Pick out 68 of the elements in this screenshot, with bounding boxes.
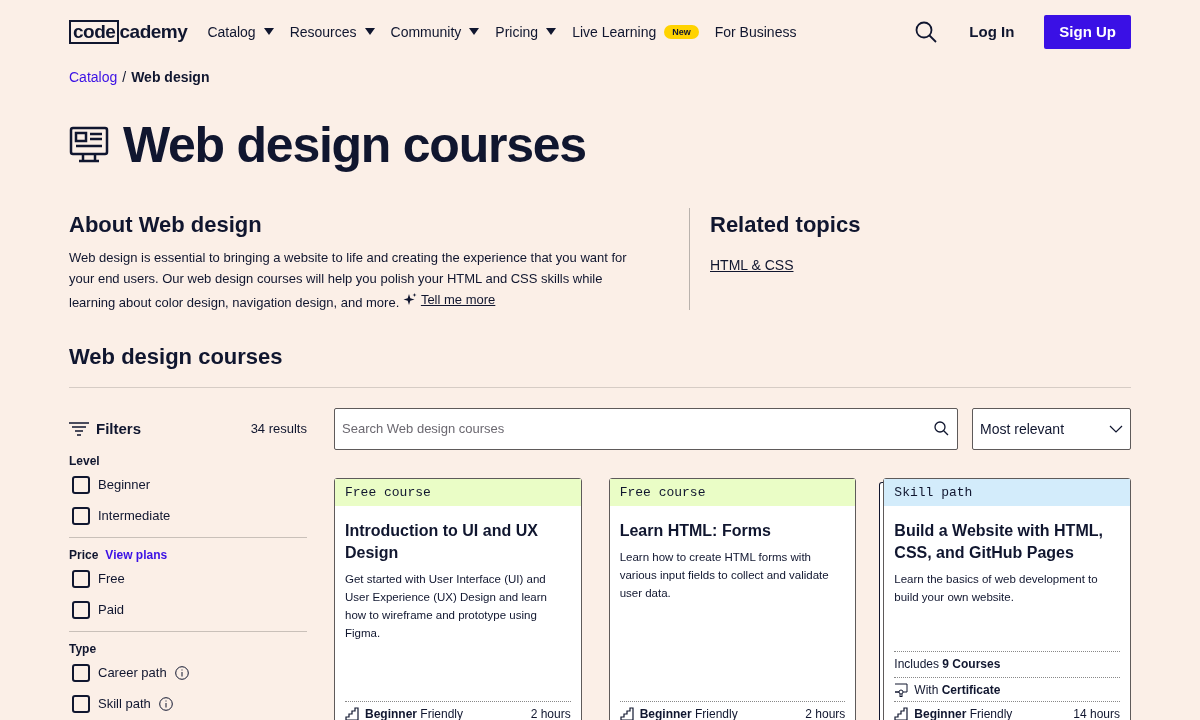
filter-option-label: Career path xyxy=(98,663,167,682)
level-icon xyxy=(894,706,909,720)
course-title: Build a Website with HTML, CSS, and GitHub Pages xyxy=(894,521,1104,563)
difficulty-text: Beginner Friendly xyxy=(639,705,739,720)
checkbox[interactable] xyxy=(72,600,90,619)
nav-link[interactable]: Pricing xyxy=(495,21,557,43)
results-count: 34 results xyxy=(250,420,307,439)
course-type-tag: Skill path xyxy=(884,479,1130,506)
nav-link[interactable]: Resources xyxy=(289,21,375,43)
duration-text: 2 hours xyxy=(530,705,571,720)
difficulty-text: Beginner Friendly xyxy=(914,705,1014,720)
nav-link[interactable]: For Business xyxy=(714,21,797,43)
nav-link[interactable]: Live Learning New xyxy=(572,21,699,43)
breadcrumb-separator: / xyxy=(122,67,127,87)
monitor-icon xyxy=(69,125,109,165)
view-plans-link[interactable]: View plans xyxy=(105,548,168,563)
signup-button[interactable]: Sign Up xyxy=(1044,15,1131,49)
login-link[interactable]: Log In xyxy=(961,20,1023,44)
filter-option-label: Paid xyxy=(98,600,125,619)
topic-link[interactable]: HTML & CSS xyxy=(710,255,1131,276)
course-type-tag: Free course xyxy=(335,479,581,506)
filter-group-label: Type xyxy=(69,642,97,657)
chevron-down-icon xyxy=(1109,425,1123,433)
checkbox[interactable] xyxy=(72,506,90,525)
checkbox[interactable] xyxy=(72,475,90,494)
logo[interactable]: code cademy xyxy=(69,20,188,44)
related-heading: Related topics xyxy=(710,211,862,239)
course-title: Introduction to UI and UX Design xyxy=(345,521,539,563)
sort-dropdown[interactable]: Most relevant xyxy=(972,408,1131,450)
about-heading: About Web design xyxy=(69,211,263,239)
about-text: Web design is essential to bringing a website to life and creating the experience that you want for your end users. Our web design courses will help you polish your HTML and CSS skills while learning about color design, navigation design, and more. Tell me more xyxy=(69,249,628,312)
certificate-icon xyxy=(894,682,909,697)
page-title: Web design courses xyxy=(123,115,586,175)
nav-link[interactable]: Catalog xyxy=(207,21,274,43)
course-description: Learn the basics of web development to build your own website. xyxy=(894,572,1099,605)
filter-option-label: Beginner xyxy=(98,475,151,494)
new-badge: New xyxy=(664,25,699,39)
breadcrumb-link[interactable]: Catalog xyxy=(69,66,118,88)
level-icon xyxy=(345,706,359,720)
course-type-tag: Free course xyxy=(609,479,856,506)
course-card[interactable]: Free course Introduction to UI and UX Design Get started with User Interface (UI) and User Experience (UX) Design and learn how to wireframe and prototype using Figma. Beginner Friendly 2 hours xyxy=(334,478,582,720)
filter-group-label: Level xyxy=(69,454,100,469)
search-field[interactable]: Search Web design courses xyxy=(334,408,958,450)
checkbox[interactable] xyxy=(72,663,90,682)
filters-title: Filters xyxy=(96,418,142,439)
course-description: Get started with User Interface (UI) and User Experience (UX) Design and learn how to wireframe and prototype using Figma. xyxy=(345,572,548,641)
difficulty-text: Beginner Friendly xyxy=(365,705,465,720)
certificate-text: With Certificate xyxy=(914,681,1001,699)
course-title: Learn HTML: Forms xyxy=(619,521,772,541)
duration-text: 2 hours xyxy=(805,705,846,720)
filter-group-label: Price xyxy=(69,548,99,563)
section-title: Web design courses xyxy=(69,340,1131,388)
filter-icon xyxy=(69,422,89,436)
search-icon[interactable] xyxy=(915,21,938,43)
checkbox[interactable] xyxy=(72,569,90,588)
filter-option-label: Free xyxy=(98,569,125,588)
course-description: Learn how to create HTML forms with various input fields to collect and validate user data. xyxy=(619,550,830,601)
course-card[interactable]: Free course Learn HTML: Forms Learn how to create HTML forms with various input fields to collect and validate user data. Beginner Friendly 2 hours xyxy=(608,478,857,720)
filter-option-label: Intermediate xyxy=(98,506,171,525)
search-icon xyxy=(934,421,949,436)
checkbox[interactable] xyxy=(72,694,90,713)
tell-me-more-link[interactable]: Tell me more xyxy=(420,289,496,310)
level-icon xyxy=(619,706,634,720)
filter-option-label: Skill path xyxy=(98,694,151,713)
nav-link[interactable]: Community xyxy=(390,21,480,43)
duration-text: 14 hours xyxy=(1073,705,1120,720)
includes-text: Includes 9 Courses xyxy=(894,651,1120,677)
breadcrumb-current: Web design xyxy=(131,67,210,87)
